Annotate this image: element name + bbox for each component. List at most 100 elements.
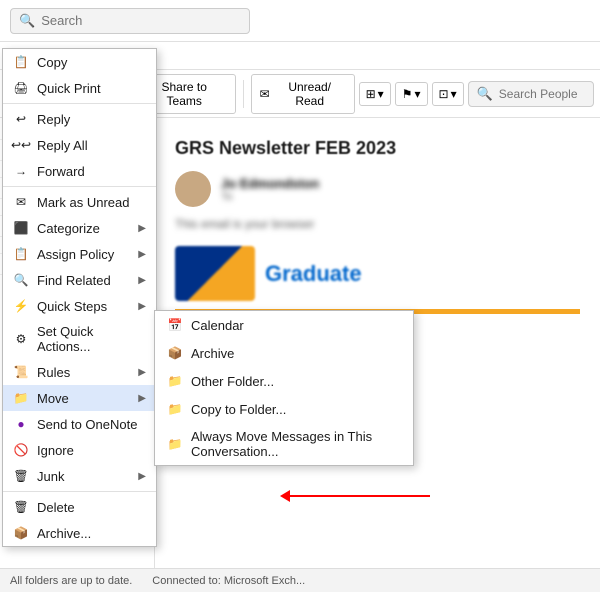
mark-unread-icon: ✉ (13, 194, 29, 210)
preview-body: This email is your browser (175, 217, 580, 231)
submenu-copy-folder[interactable]: 📁 Copy to Folder... (155, 395, 413, 423)
move-label: Move (37, 391, 69, 406)
menu-item-forward[interactable]: → Forward (3, 158, 156, 184)
copy-icon: 📋 (13, 54, 29, 70)
set-quick-actions-icon: ⚙ (13, 331, 29, 347)
other-folder-label: Other Folder... (191, 374, 274, 389)
submenu-other-folder[interactable]: 📁 Other Folder... (155, 367, 413, 395)
menu-item-delete[interactable]: 🗑 Delete (3, 494, 156, 520)
junk-arrow: ▶ (138, 471, 146, 482)
sender-name: Jo Edmondston (221, 176, 319, 191)
archive-label: Archive... (37, 526, 91, 541)
ignore-label: Ignore (37, 443, 74, 458)
menu-item-junk[interactable]: 🗑 Junk ▶ (3, 463, 156, 489)
delete-label: Delete (37, 500, 75, 515)
reply-icon: ↩ (13, 111, 29, 127)
rules-arrow: ▶ (138, 367, 146, 378)
delete-icon: 🗑 (13, 499, 29, 515)
unread-label: Unread/ Read (274, 80, 346, 108)
menu-item-set-quick-actions[interactable]: ⚙ Set Quick Actions... (3, 319, 156, 359)
ignore-icon: 🚫 (13, 442, 29, 458)
apps-icon: ⊞ (366, 87, 376, 101)
menu-item-ignore[interactable]: 🚫 Ignore (3, 437, 156, 463)
flag-dropdown: ▾ (414, 87, 420, 101)
calendar-icon: 📅 (167, 317, 183, 333)
copy-folder-icon: 📁 (167, 401, 183, 417)
submenu-archive[interactable]: 📦 Archive (155, 339, 413, 367)
junk-icon: 🗑 (13, 468, 29, 484)
menu-item-quick-steps[interactable]: ⚡ Quick Steps ▶ (3, 293, 156, 319)
quick-steps-label: Quick Steps (37, 299, 107, 314)
apps-button[interactable]: ⊞ ▾ (359, 82, 391, 106)
grad-text: Graduate (265, 261, 362, 287)
quick-steps-arrow: ▶ (138, 301, 146, 312)
other-folder-icon: 📁 (167, 373, 183, 389)
always-move-label: Always Move Messages in This Conversatio… (191, 429, 401, 459)
status-bar: All folders are up to date. Connected to… (0, 568, 600, 592)
archive-sub-label: Archive (191, 346, 234, 361)
categorize-label: Categorize (37, 221, 100, 236)
menu-item-move[interactable]: 📁 Move ▶ (3, 385, 156, 411)
sender-info: Jo Edmondston To (221, 176, 319, 203)
menu-item-rules[interactable]: 📜 Rules ▶ (3, 359, 156, 385)
reply-label: Reply (37, 112, 70, 127)
submenu-calendar[interactable]: 📅 Calendar (155, 311, 413, 339)
apps-dropdown: ▾ (378, 87, 384, 101)
menu-item-quick-print[interactable]: 🖨 Quick Print (3, 75, 156, 101)
search-icon: 🔍 (19, 13, 35, 29)
submenu-always-move[interactable]: 📁 Always Move Messages in This Conversat… (155, 423, 413, 465)
view-icon: ⊡ (439, 87, 449, 101)
calendar-label: Calendar (191, 318, 244, 333)
forward-label: Forward (37, 164, 85, 179)
copy-label: Copy (37, 55, 67, 70)
search-people-input[interactable] (499, 87, 585, 101)
menu-item-assign-policy[interactable]: 📋 Assign Policy ▶ (3, 241, 156, 267)
reply-all-label: Reply All (37, 138, 88, 153)
junk-label: Junk (37, 469, 64, 484)
print-icon: 🖨 (13, 80, 29, 96)
menu-item-reply[interactable]: ↩ Reply (3, 106, 156, 132)
assign-policy-icon: 📋 (13, 246, 29, 262)
search-input[interactable] (41, 13, 241, 28)
rules-label: Rules (37, 365, 70, 380)
assign-policy-arrow: ▶ (138, 249, 146, 260)
move-icon: 📁 (13, 390, 29, 406)
status-right: Connected to: Microsoft Exch... (152, 575, 305, 587)
menu-sep-3 (3, 491, 156, 492)
annotation-arrow (280, 490, 430, 502)
categorize-icon: ⬛ (13, 220, 29, 236)
menu-item-mark-unread[interactable]: ✉ Mark as Unread (3, 189, 156, 215)
quick-steps-icon: ⚡ (13, 298, 29, 314)
send-onenote-label: Send to OneNote (37, 417, 137, 432)
arrow-line (290, 495, 430, 497)
rules-icon: 📜 (13, 364, 29, 380)
menu-item-reply-all[interactable]: ↩↩ Reply All (3, 132, 156, 158)
menu-sep-1 (3, 103, 156, 104)
reply-all-icon: ↩↩ (13, 137, 29, 153)
status-left: All folders are up to date. (10, 575, 132, 587)
search-box[interactable]: 🔍 (10, 8, 250, 34)
view-button[interactable]: ⊡ ▾ (432, 82, 464, 106)
menu-item-find-related[interactable]: 🔍 Find Related ▶ (3, 267, 156, 293)
mark-unread-label: Mark as Unread (37, 195, 129, 210)
copy-folder-label: Copy to Folder... (191, 402, 286, 417)
email-title: GRS Newsletter FEB 2023 (175, 138, 580, 159)
archive-sub-icon: 📦 (167, 345, 183, 361)
search-people-box[interactable]: 🔍 (468, 81, 594, 107)
flag-button[interactable]: ⚑ ▾ (395, 82, 428, 106)
quick-print-label: Quick Print (37, 81, 101, 96)
menu-item-archive[interactable]: 📦 Archive... (3, 520, 156, 546)
unread-read-button[interactable]: ✉ Unread/ Read (251, 74, 355, 114)
logo-area: Graduate (175, 246, 580, 301)
arrow-head (280, 490, 290, 502)
menu-item-categorize[interactable]: ⬛ Categorize ▶ (3, 215, 156, 241)
flag-icon: ⚑ (402, 87, 413, 101)
title-bar: 🔍 (0, 0, 600, 42)
context-menu: 📋 Copy 🖨 Quick Print ↩ Reply ↩↩ Reply Al… (2, 48, 157, 547)
view-dropdown: ▾ (451, 87, 457, 101)
menu-item-copy[interactable]: 📋 Copy (3, 49, 156, 75)
categorize-arrow: ▶ (138, 223, 146, 234)
university-logo (175, 246, 255, 301)
menu-item-send-onenote[interactable]: ● Send to OneNote (3, 411, 156, 437)
set-quick-actions-label: Set Quick Actions... (37, 324, 146, 354)
